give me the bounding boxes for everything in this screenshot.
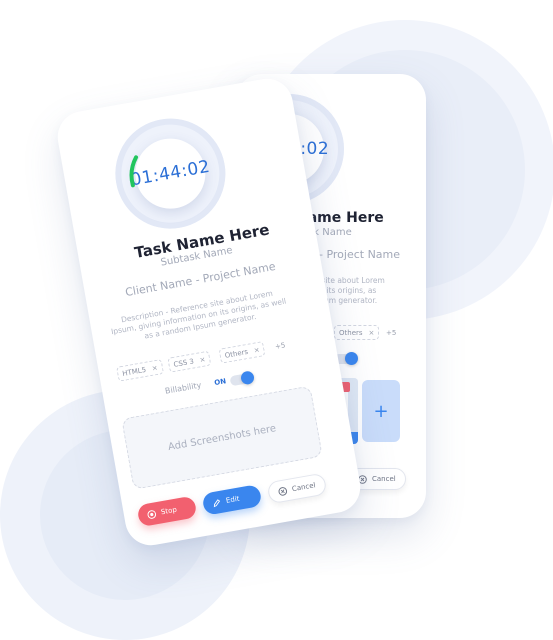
edit-button[interactable]: Edit [201, 483, 263, 516]
edit-label: Edit [225, 494, 241, 505]
tag-remove-icon[interactable]: × [151, 363, 158, 372]
timer-progress-arc [129, 155, 139, 188]
stop-icon [145, 508, 157, 520]
tag-chip-html5[interactable]: HTML5 × [116, 359, 164, 382]
tag-chip-others[interactable]: Others × [218, 341, 266, 364]
close-circle-icon [276, 485, 288, 497]
tag-label: Others [339, 328, 363, 337]
cancel-button[interactable]: Cancel [266, 472, 328, 505]
tags-more-count[interactable]: +5 [386, 329, 396, 337]
pencil-icon [210, 497, 222, 509]
tag-chip[interactable]: Others × [334, 325, 380, 340]
billability-state: ON [213, 377, 227, 388]
screenshot-dropzone[interactable]: Add Screenshots here [121, 385, 323, 490]
plus-icon: + [373, 400, 389, 422]
tag-remove-icon[interactable]: × [253, 345, 260, 354]
tag-remove-icon[interactable]: × [369, 329, 375, 337]
stop-button[interactable]: Stop [136, 495, 198, 528]
billability-toggle[interactable] [229, 370, 256, 387]
tag-label: CSS 3 [172, 356, 195, 369]
add-screenshot-button[interactable]: + [362, 380, 400, 442]
toggle-knob [239, 370, 256, 386]
stop-label: Stop [160, 505, 178, 517]
tags-more-count[interactable]: +5 [274, 341, 286, 351]
cancel-label: Cancel [291, 481, 317, 494]
tag-label: Others [224, 347, 249, 360]
tag-remove-icon[interactable]: × [199, 355, 206, 364]
tag-label: HTML5 [121, 365, 147, 378]
tag-chip-css3[interactable]: CSS 3 × [167, 350, 212, 373]
dropzone-label: Add Screenshots here [167, 422, 277, 453]
toggle-knob [345, 352, 358, 365]
billability-label: Billability [164, 380, 203, 396]
cancel-label: Cancel [372, 475, 396, 483]
